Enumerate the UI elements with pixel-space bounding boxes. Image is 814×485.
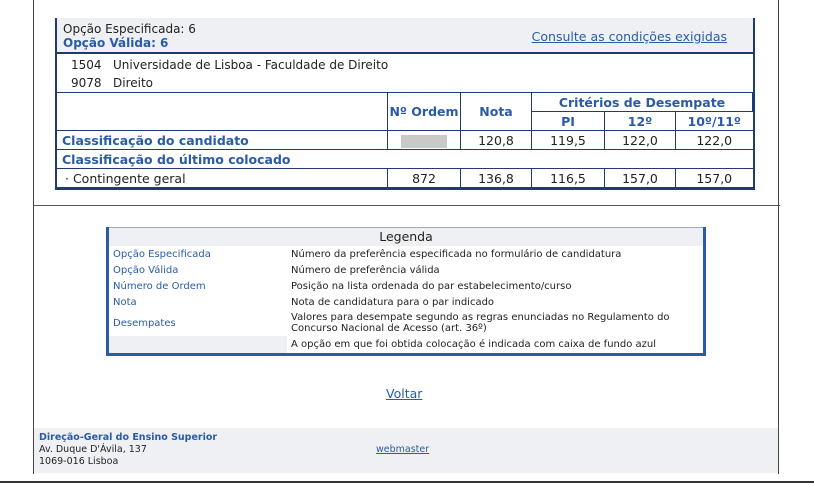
legend-key: [109, 336, 287, 353]
row-label-candidato: Classificação do candidato: [57, 130, 388, 150]
institution-code: 1504: [71, 58, 102, 72]
table-row: Classificação do candidato 120,8 119,5 1…: [57, 130, 753, 150]
legend-key: Número de Ordem: [113, 280, 206, 292]
course-code: 9078: [71, 76, 102, 90]
cell-nota: 136,8: [460, 168, 532, 188]
legend-value: Posição na lista ordenada do par estabel…: [291, 280, 572, 292]
footer-org: Direção-Geral do Ensino Superior: [39, 432, 218, 443]
legend-key: Opção Válida: [113, 264, 179, 276]
course-row: 9078 Direito: [57, 74, 753, 92]
col-header-ordem: Nº Ordem: [387, 92, 461, 131]
table-row: Classificação do último colocado: [57, 149, 753, 169]
cell-10-11: 157,0: [675, 168, 753, 188]
legend-row: Opção Válida Número de preferência válid…: [109, 262, 703, 278]
legend-title: Legenda: [109, 227, 703, 246]
row-label-ultimo: Classificação do último colocado: [57, 149, 753, 169]
col-header-12: 12º: [604, 111, 676, 131]
row-label-contingente: · Contingente geral: [57, 168, 388, 188]
legend-key: Desempates: [113, 317, 176, 329]
candidate-order-masked: [387, 130, 461, 150]
footer-postcode: 1069-016 Lisboa: [39, 456, 119, 467]
result-header: Opção Especificada: 6 Opção Válida: 6 Co…: [57, 18, 753, 54]
classification-table: Nº Ordem Nota Critérios de Desempate PI …: [57, 92, 753, 188]
legend-row: Opção Especificada Número da preferência…: [109, 246, 703, 262]
col-header-criterios: Critérios de Desempate: [531, 92, 753, 112]
result-box: Opção Especificada: 6 Opção Válida: 6 Co…: [55, 18, 755, 190]
legend-value: A opção em que foi obtida colocação é in…: [291, 339, 657, 350]
cell-ordem: 872: [387, 168, 461, 188]
col-header-10-11: 10º/11º: [675, 111, 753, 131]
course-name: Direito: [113, 76, 154, 90]
legend-value: Número de preferência válida: [291, 264, 440, 276]
institution-name: Universidade de Lisboa - Faculdade de Di…: [113, 58, 389, 72]
legend-value: Nota de candidatura para o par indicado: [291, 296, 495, 308]
cell-12: 122,0: [604, 130, 676, 150]
footer: Direção-Geral do Ensino Superior Av. Duq…: [34, 428, 778, 473]
col-header-nota: Nota: [460, 92, 532, 131]
footer-address: Av. Duque D'Ávila, 137: [39, 444, 147, 455]
opcao-valida: Opção Válida: 6: [63, 36, 169, 50]
col-header-pi: PI: [531, 111, 605, 131]
divider: [33, 205, 780, 206]
legend-box: Legenda Opção Especificada Número da pre…: [106, 227, 706, 356]
cell-nota: 120,8: [460, 130, 532, 150]
legend-value: Valores para desempate segundo as regras…: [291, 312, 670, 334]
legend-key: Opção Especificada: [113, 248, 211, 260]
legend-key: Nota: [113, 296, 137, 308]
legend-row: Nota Nota de candidatura para o par indi…: [109, 294, 703, 310]
voltar-link[interactable]: Voltar: [386, 386, 422, 401]
divider-bottom: [0, 481, 814, 483]
webmaster-link[interactable]: webmaster: [376, 444, 429, 455]
cell-pi: 119,5: [531, 130, 605, 150]
cell-12: 157,0: [604, 168, 676, 188]
cell-pi: 116,5: [531, 168, 605, 188]
consult-conditions-link[interactable]: Consulte as condições exigidas: [532, 29, 727, 44]
institution-row: 1504 Universidade de Lisboa - Faculdade d…: [57, 54, 753, 74]
legend-row: Desempates Valores para desempate segund…: [109, 310, 703, 336]
legend-value: Número da preferência especificada no fo…: [291, 248, 622, 260]
cell-10-11: 122,0: [675, 130, 753, 150]
legend-row: Número de Ordem Posição na lista ordenad…: [109, 278, 703, 294]
opcao-especificada: Opção Especificada: 6: [63, 22, 196, 36]
table-row: · Contingente geral 872 136,8 116,5 157,…: [57, 168, 753, 188]
legend-row: A opção em que foi obtida colocação é in…: [109, 336, 703, 353]
